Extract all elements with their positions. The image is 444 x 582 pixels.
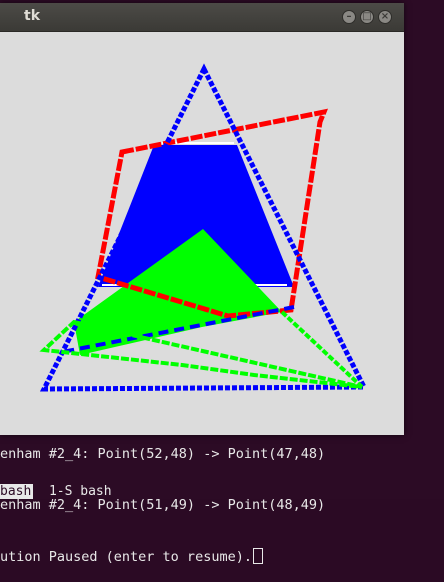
raster-canvas — [39, 63, 369, 392]
status-window-active[interactable]: bash — [0, 484, 34, 499]
terminal-prompt-line[interactable]: ution Paused (enter to resume). — [0, 548, 444, 565]
green-edge-right — [280, 310, 364, 389]
terminal-line: enham #2_4: Point(52,48) -> Point(47,48) — [0, 446, 326, 462]
window-title: tk — [24, 8, 41, 24]
maximize-button[interactable]: □ — [360, 10, 374, 24]
tmux-status-bar: bash 1-S bash — [0, 484, 444, 499]
terminal-prompt-text: ution Paused (enter to resume). — [0, 549, 252, 565]
drawing-canvas[interactable] — [2, 32, 402, 433]
terminal-cursor — [252, 548, 263, 564]
window-titlebar[interactable]: tk – □ × — [0, 3, 404, 32]
tk-window[interactable]: tk – □ × — [0, 3, 404, 435]
close-button[interactable]: × — [378, 10, 392, 24]
status-window-other[interactable]: 1-S bash — [33, 484, 112, 499]
minimize-button[interactable]: – — [342, 10, 356, 24]
terminal-line: enham #2_4: Point(51,49) -> Point(48,49) — [0, 497, 326, 513]
terminal-output: enham #2_4: Point(52,48) -> Point(47,48)… — [0, 412, 444, 565]
